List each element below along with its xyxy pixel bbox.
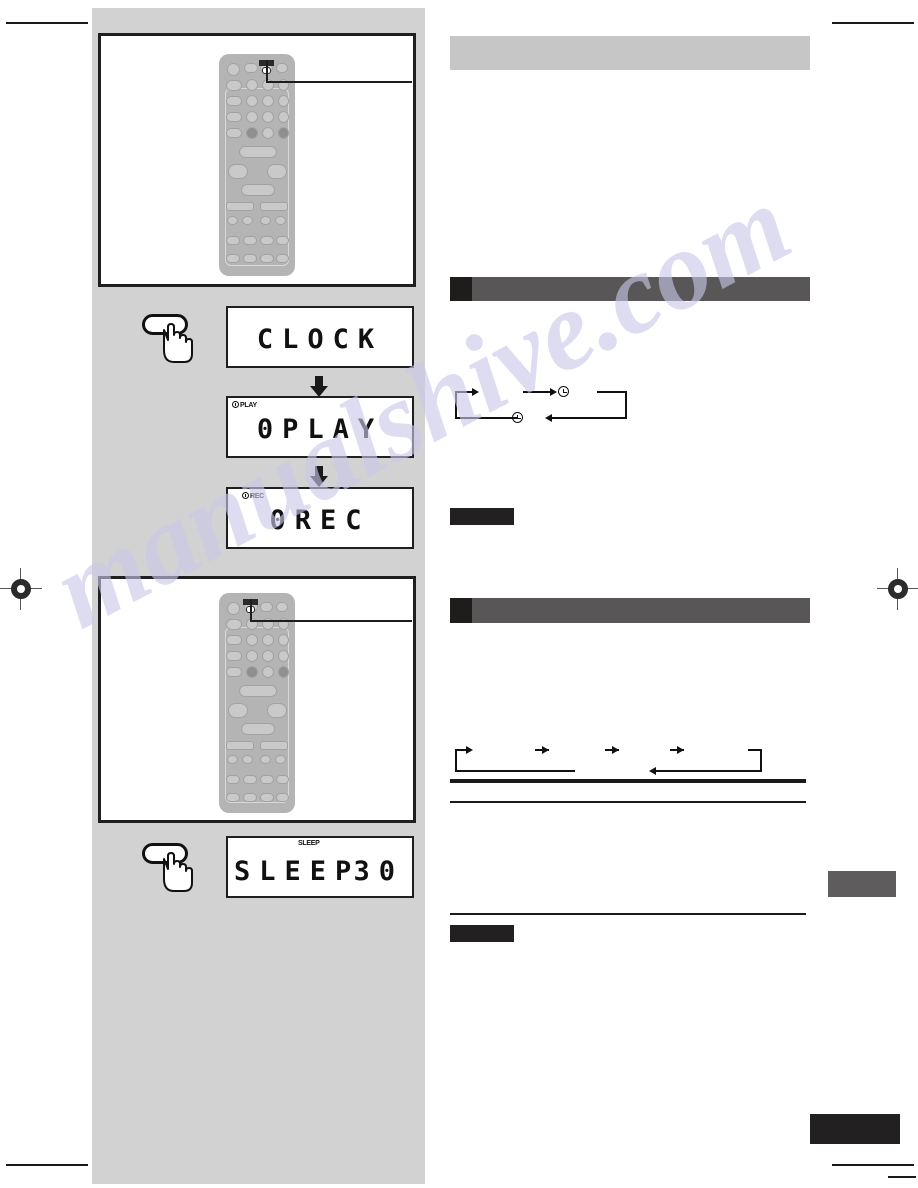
registration-mark-left [0, 568, 42, 610]
press-clock-timer-button [142, 314, 206, 366]
hand-pointer-icon [163, 852, 193, 892]
display-timer-rec-indicator: REC [242, 491, 264, 500]
clock-icon [512, 412, 523, 423]
callout-line-bottom [250, 620, 412, 622]
crop-mark-tr-h [832, 22, 914, 24]
side-tab-page-label [810, 1114, 900, 1130]
display-sleep-indicator: SLEEP [298, 840, 320, 847]
bar-heading-timer-title [450, 277, 810, 282]
bar-heading-sleep [450, 598, 810, 623]
callout-line-top [266, 81, 412, 83]
illustration-box-remote-top [98, 33, 416, 287]
registration-mark-right [877, 568, 918, 610]
note-sleep-label [450, 925, 514, 931]
display-sleep: SLEEP SLEEP 30 [226, 836, 414, 898]
note-sleep [450, 925, 514, 942]
note-timer [450, 508, 514, 525]
bar-heading-top [450, 36, 810, 70]
crop-mark-bl-h [6, 1164, 88, 1166]
rule-thin-2 [450, 913, 806, 915]
bar-heading-sleep-marker [450, 598, 472, 623]
display-clock: CLOCK [226, 306, 414, 368]
display-clock-text: CLOCK [256, 324, 384, 355]
sleep-time-cycle [455, 740, 775, 776]
rule-thin-1 [450, 801, 806, 803]
note-timer-label [450, 508, 514, 514]
bar-heading-timer-marker [450, 277, 472, 301]
bar-heading-top-title [450, 36, 810, 54]
side-tab-page [810, 1114, 900, 1144]
display-timer-play-text: 0PLAY [256, 414, 384, 445]
bar-heading-timer [450, 277, 810, 301]
remote-control-bottom [219, 593, 295, 813]
display-sleep-value: 30 [353, 856, 404, 887]
display-timer-play-indicator: PLAY [232, 400, 257, 409]
display-timer-rec-text: 0REC [269, 505, 371, 536]
crop-mark-br-h [832, 1164, 914, 1166]
timer-clock-icon [232, 401, 239, 408]
rule-thick-1 [450, 779, 806, 783]
illustration-box-remote-bottom [98, 576, 416, 823]
clock-icon [558, 386, 569, 397]
callout-line-vertical-bottom [250, 599, 252, 621]
crop-mark-page-tab [888, 1176, 916, 1178]
callout-line-vertical-top [266, 60, 268, 82]
manual-page: CLOCK PLAY 0PLAY REC 0REC SLEEP SLEEP 30… [0, 0, 918, 1188]
bar-heading-sleep-title [450, 598, 810, 603]
arrow-play-to-rec [310, 466, 328, 488]
timer-clock-icon [242, 492, 249, 499]
remote-control-top [219, 54, 295, 276]
side-tab-chapter [828, 871, 896, 897]
crop-mark-tl-h [6, 22, 88, 24]
display-timer-play: PLAY 0PLAY [226, 396, 414, 458]
display-sleep-text: SLEEP [234, 856, 361, 887]
right-content-column [450, 0, 820, 1188]
hand-pointer-icon [163, 323, 193, 363]
side-tab-chapter-label [828, 871, 896, 883]
timer-mode-cycle [455, 383, 630, 425]
display-timer-rec: REC 0REC [226, 487, 414, 549]
press-sleep-button [142, 843, 206, 895]
arrow-clock-to-play [310, 376, 328, 398]
